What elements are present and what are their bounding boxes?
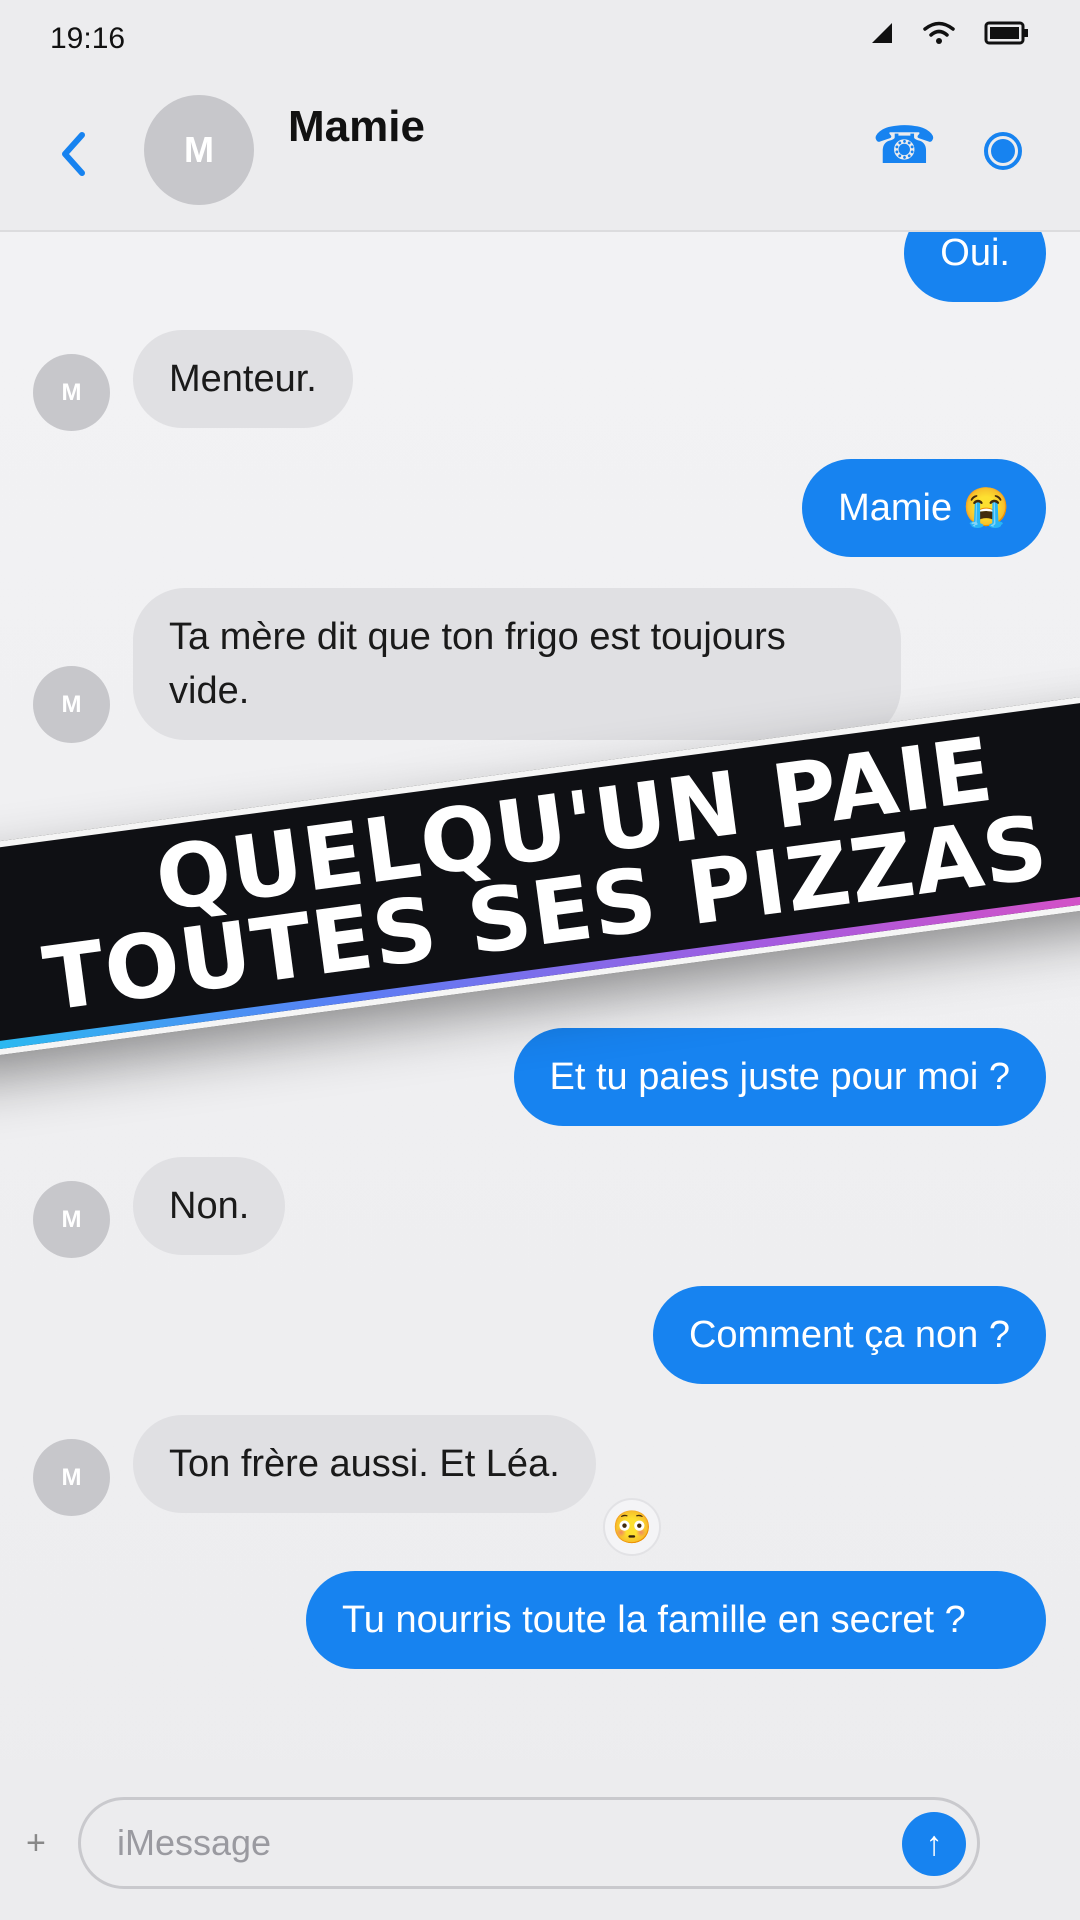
compose-bar: + ↑ <box>0 1760 1080 1920</box>
signal-icon <box>872 23 892 43</box>
send-arrow-icon[interactable]: ↑ <box>902 1812 966 1876</box>
battery-icon <box>984 21 1028 45</box>
contact-name[interactable]: Mamie <box>288 102 425 152</box>
phone-icon[interactable]: ☎ <box>872 120 937 172</box>
flushed-face-reaction-icon[interactable]: 😳 <box>603 1498 661 1556</box>
message-avatar: M <box>33 354 110 431</box>
conversation-header: M Mamie ☎ <box>0 80 1080 232</box>
status-bar: 19:16 <box>0 0 1080 80</box>
message-bubble-sent[interactable]: Et tu paies juste pour moi ? <box>513 1028 1046 1126</box>
message-bubble-received[interactable]: Ton frère aussi. Et Léa. <box>133 1415 596 1513</box>
status-icons <box>870 20 1030 46</box>
message-bubble-received[interactable]: Ta mère dit que ton frigo est toujours v… <box>133 588 901 740</box>
chevron-left-icon <box>62 132 85 176</box>
message-bubble-sent[interactable]: Tu nourris toute la famille en secret ? <box>306 1571 1046 1669</box>
plus-icon[interactable]: + <box>26 1824 46 1863</box>
wifi-icon <box>923 21 955 44</box>
info-icon[interactable] <box>982 130 1024 172</box>
back-button[interactable] <box>48 124 98 184</box>
message-avatar: M <box>33 1181 110 1258</box>
message-bubble-sent[interactable]: Oui. <box>904 230 1046 302</box>
message-bubble-sent[interactable]: Mamie 😭 <box>802 459 1046 557</box>
contact-avatar[interactable]: M <box>144 95 254 205</box>
message-avatar: M <box>33 1439 110 1516</box>
message-input[interactable] <box>78 1797 980 1889</box>
message-bubble-received[interactable]: Menteur. <box>133 330 353 428</box>
message-avatar: M <box>33 666 110 743</box>
message-bubble-received[interactable]: Non. <box>133 1157 286 1255</box>
message-bubble-sent[interactable]: Comment ça non ? <box>652 1286 1046 1384</box>
status-time: 19:16 <box>50 22 126 55</box>
